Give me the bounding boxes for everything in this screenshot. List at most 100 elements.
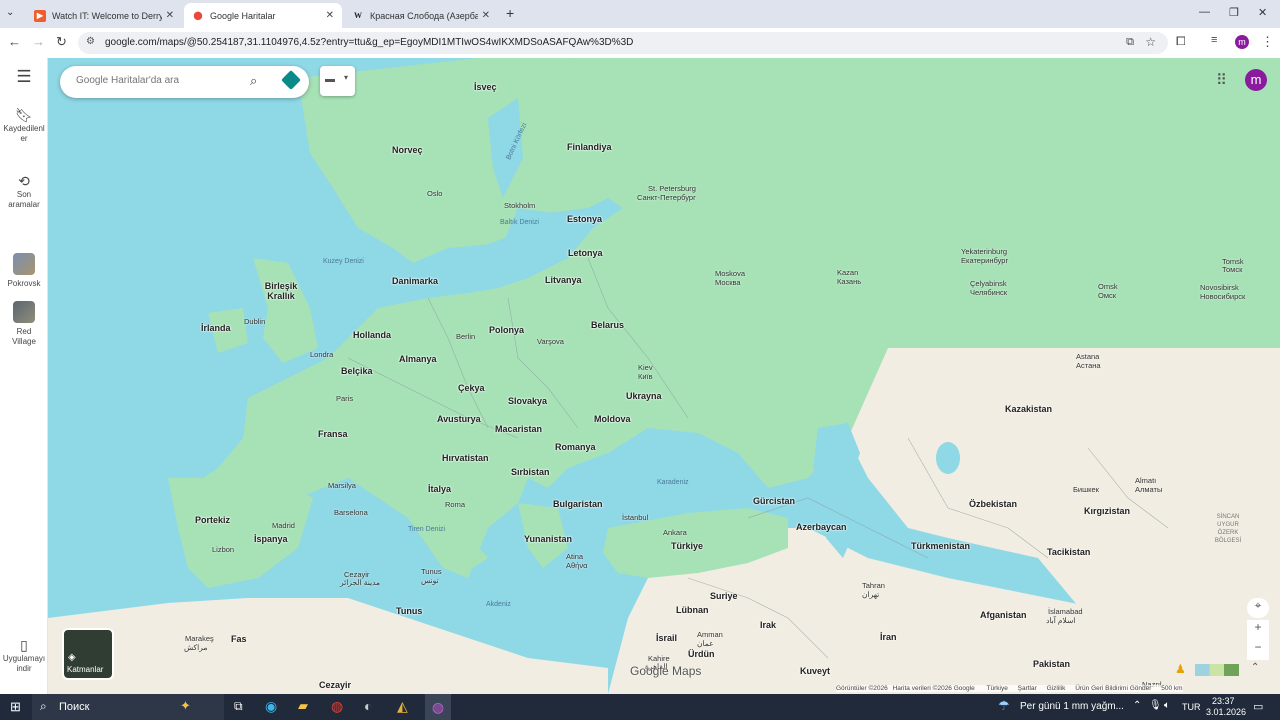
recent-searches-button[interactable]: ⟲ Son aramalar — [0, 174, 48, 210]
get-app-button[interactable]: ▯ Uygulamayı indir — [0, 638, 48, 674]
city-label[interactable]: Roma — [445, 500, 465, 509]
country-label[interactable]: Belçika — [341, 366, 373, 376]
country-label[interactable]: Pakistan — [1033, 659, 1070, 669]
search-input[interactable] — [74, 74, 234, 87]
country-label[interactable]: Suriye — [710, 591, 738, 601]
city-label[interactable]: İstanbul — [622, 513, 648, 522]
country-label[interactable]: Irak — [760, 620, 776, 630]
scale-label[interactable]: 500 km — [1161, 685, 1182, 692]
browser-menu-icon[interactable]: ⋮ — [1261, 34, 1274, 50]
country-label[interactable]: Tacikistan — [1047, 547, 1090, 557]
city-label[interactable]: Amman — [697, 630, 723, 639]
country-label[interactable]: İsrail — [656, 633, 677, 643]
feedback-link[interactable]: Ürün Geri Bildirimi Gönder — [1075, 685, 1151, 692]
app-icon[interactable]: ◐ — [364, 698, 372, 714]
microphone-icon[interactable]: 🎙︎ — [1149, 700, 1162, 711]
city-label[interactable]: مدينة الجزائر — [340, 578, 380, 587]
menu-button[interactable]: ☰ — [0, 68, 48, 86]
city-label[interactable]: Бишкек — [1073, 485, 1099, 494]
country-label[interactable]: Türkiye — [671, 541, 703, 551]
country-label[interactable]: Almanya — [399, 354, 437, 364]
country-label[interactable]: İspanya — [254, 534, 288, 544]
country-label[interactable]: Norveç — [392, 145, 423, 155]
country-label[interactable]: Birleşik Krallık — [261, 281, 301, 301]
tab-watch-it[interactable]: ▶ Watch IT: Welcome to Derry Se ✕ — [26, 3, 182, 28]
city-label[interactable]: عمان — [697, 639, 714, 648]
maps-search-box[interactable]: ⌕ — [60, 66, 309, 98]
city-label[interactable]: Omsk — [1098, 282, 1118, 291]
chrome-icon[interactable]: ◍ — [331, 698, 343, 715]
close-tab-icon[interactable]: ✕ — [166, 10, 174, 21]
country-label[interactable]: Sırbistan — [511, 467, 550, 477]
media-controls-icon[interactable]: ≡ — [1211, 34, 1217, 46]
country-label[interactable]: Slovakya — [508, 396, 547, 406]
minimize-icon[interactable]: — — [1199, 6, 1210, 18]
country-label[interactable]: Romanya — [555, 442, 596, 452]
city-label[interactable]: Αθήνα — [566, 561, 587, 570]
country-label[interactable]: Cezayir — [319, 680, 351, 690]
city-label[interactable]: Dublin — [244, 317, 265, 326]
pegman-icon[interactable]: ♟ — [1175, 662, 1186, 676]
country-label[interactable]: Moldova — [594, 414, 631, 424]
account-avatar[interactable]: m — [1245, 69, 1267, 91]
city-label[interactable]: Oslo — [427, 189, 442, 198]
city-label[interactable]: Marsilya — [328, 481, 356, 490]
country-link[interactable]: Türkiye — [987, 685, 1008, 692]
tab-krasnaya-sloboda[interactable]: W Красная Слобода (Азербайдж ✕ — [344, 3, 498, 28]
country-label[interactable]: Gürcistan — [753, 496, 795, 506]
country-label[interactable]: Çekya — [458, 383, 485, 393]
country-label[interactable]: Yunanistan — [524, 534, 572, 544]
forward-icon[interactable]: → — [32, 34, 45, 49]
city-label[interactable]: Kiev — [638, 363, 653, 372]
country-label[interactable]: Azerbaycan — [796, 522, 847, 532]
language-indicator[interactable]: TUR — [1182, 702, 1201, 712]
country-label[interactable]: Hollanda — [353, 330, 391, 340]
notifications-icon[interactable]: ▭ — [1253, 700, 1263, 713]
country-label[interactable]: Kuveyt — [800, 666, 830, 676]
bookmark-star-icon[interactable]: ☆ — [1145, 35, 1156, 49]
city-label[interactable]: Stokholm — [504, 201, 535, 210]
city-label[interactable]: Almatı — [1135, 476, 1156, 485]
address-bar[interactable]: ⚙ google.com/maps/@50.254187,31.1104976,… — [78, 32, 1168, 54]
city-label[interactable]: Lizbon — [212, 545, 234, 554]
country-label[interactable]: Tunus — [396, 606, 422, 616]
country-label[interactable]: Kırgızistan — [1084, 506, 1130, 516]
zoom-out-button[interactable]: − — [1247, 640, 1269, 660]
city-label[interactable]: Berlin — [456, 332, 475, 341]
country-label[interactable]: Ukrayna — [626, 391, 662, 401]
country-label[interactable]: Portekiz — [195, 515, 230, 525]
recent-place-red-village[interactable]: Red Village — [0, 301, 48, 347]
tab-list-dropdown-icon[interactable]: ⌄ — [6, 7, 14, 18]
google-maps-viewport[interactable]: ☰ 🔖︎ Kaydedilenler ⟲ Son aramalar Pokrov… — [0, 58, 1280, 694]
country-label[interactable]: Fas — [231, 634, 247, 644]
tray-chevron-icon[interactable]: ⌃ — [1133, 700, 1141, 711]
country-label[interactable]: Hırvatistan — [442, 453, 489, 463]
tab-google-maps[interactable]: ⬤ Google Haritalar ✕ — [184, 3, 342, 28]
country-label[interactable]: Türkmenistan — [911, 541, 970, 551]
city-label[interactable]: مراكش — [184, 643, 207, 652]
city-label[interactable]: Tahran — [862, 581, 885, 590]
chrome-profile-icon[interactable]: ◍ — [425, 694, 451, 720]
map-canvas[interactable] — [48, 58, 1280, 694]
city-label[interactable]: Ankara — [663, 528, 687, 537]
back-icon[interactable]: ← — [8, 34, 21, 49]
city-label[interactable]: Tunus — [421, 567, 442, 576]
close-window-icon[interactable]: ✕ — [1258, 6, 1267, 19]
country-label[interactable]: Afganistan — [980, 610, 1027, 620]
city-label[interactable]: Томск — [1222, 265, 1242, 274]
recent-place-pokrovsk[interactable]: Pokrovsk — [0, 253, 48, 289]
city-label[interactable]: Екатеринбург — [961, 256, 1008, 265]
country-label[interactable]: Danimarka — [392, 276, 438, 286]
country-label[interactable]: Bulgaristan — [553, 499, 603, 509]
city-label[interactable]: Київ — [638, 372, 653, 381]
search-icon[interactable]: ⌕ — [250, 73, 257, 89]
google-apps-icon[interactable]: ⠿ — [1216, 71, 1227, 89]
city-label[interactable]: Varşova — [537, 337, 564, 346]
extensions-icon[interactable]: ⧠ — [1176, 34, 1186, 49]
country-label[interactable]: Letonya — [568, 248, 603, 258]
city-label[interactable]: İslamabad — [1048, 607, 1083, 616]
task-view-icon[interactable]: ⧉ — [234, 699, 243, 714]
country-label[interactable]: Avusturya — [437, 414, 481, 424]
start-icon[interactable]: ⊞ — [10, 699, 21, 715]
city-label[interactable]: Paris — [336, 394, 353, 403]
